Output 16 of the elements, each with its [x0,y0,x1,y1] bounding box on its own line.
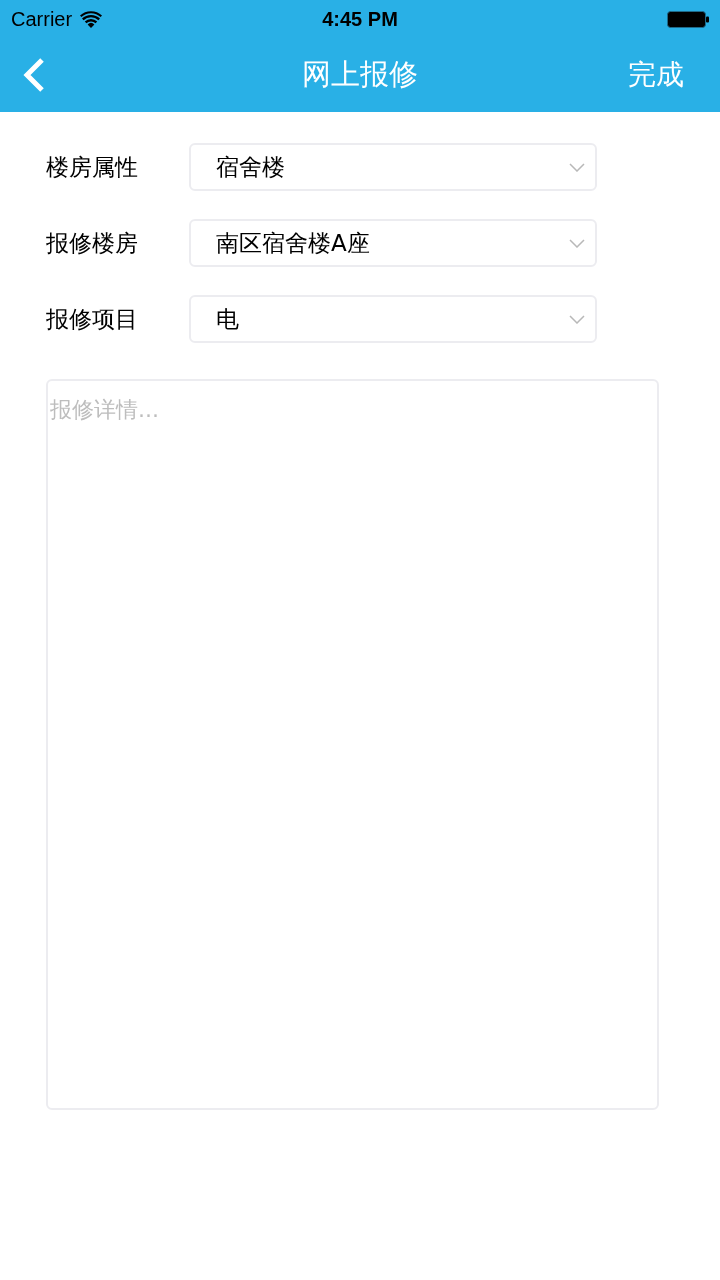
dropdown-field[interactable]: 电 [189,295,597,343]
field-label: 报修楼房 [46,228,139,258]
field-label: 楼房属性 [46,152,139,182]
page-title: 网上报修 [302,56,418,94]
carrier-label: Carrier [11,7,73,32]
chevron-down-icon [569,238,585,248]
back-chevron-icon [22,57,46,93]
chevron-down-icon [569,314,585,324]
wifi-icon [80,10,103,28]
field-label: 报修项目 [46,304,139,334]
status-time: 4:45 PM [322,7,398,32]
dropdown-field[interactable]: 南区宿舍楼A座 [189,219,597,267]
details-field[interactable]: 报修详情... [46,379,659,1110]
dropdown-field[interactable]: 宿舍楼 [189,143,597,191]
chevron-down-icon [569,162,585,172]
battery-icon [667,10,709,28]
